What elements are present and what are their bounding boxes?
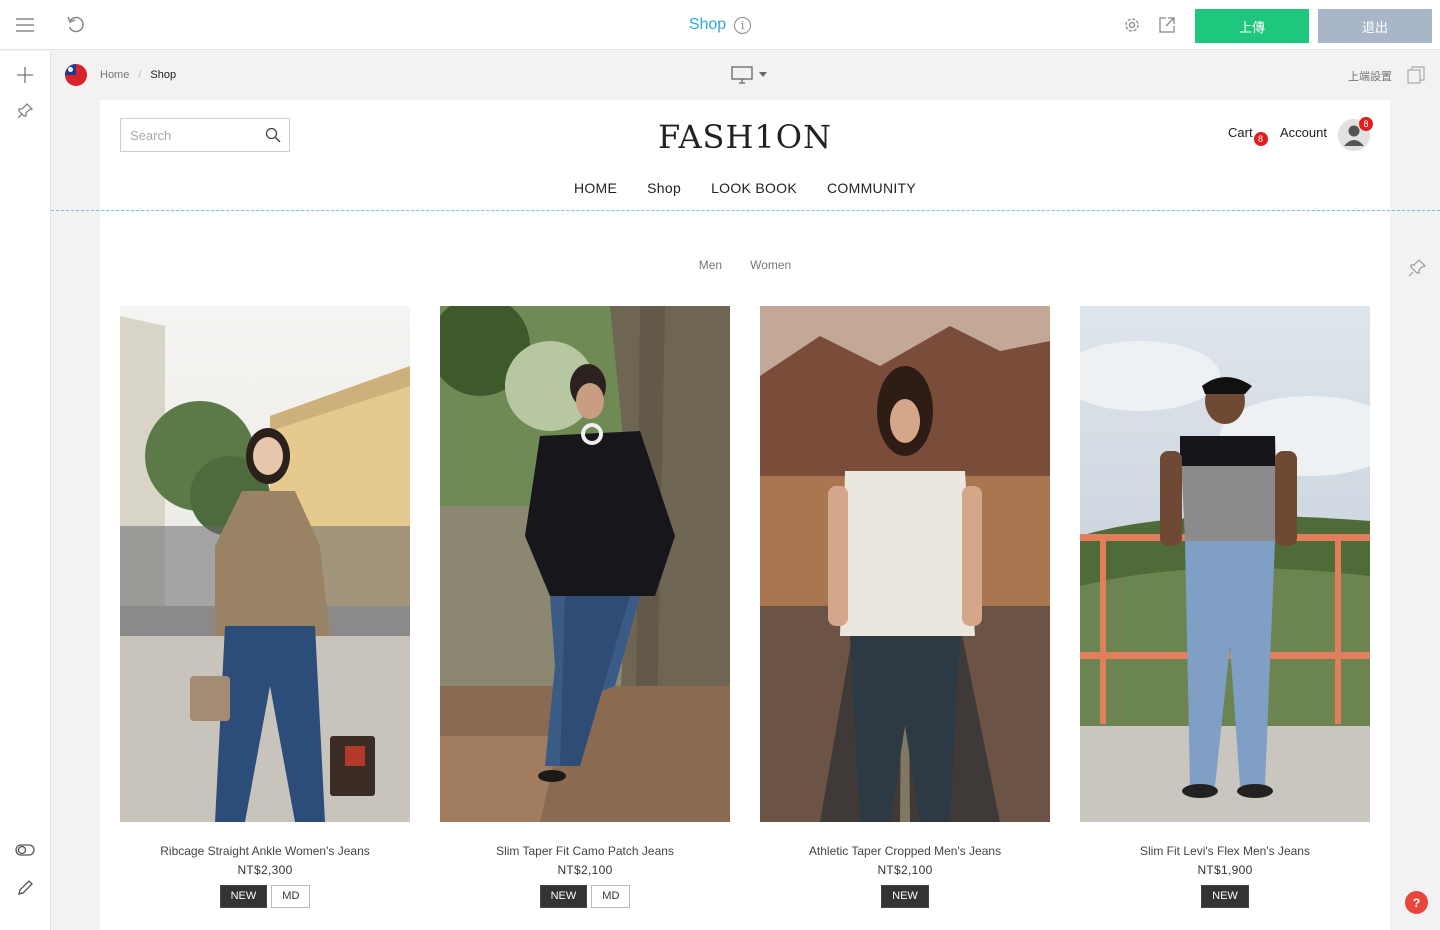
- duplicate-icon[interactable]: [1406, 65, 1426, 85]
- product-tags: NEW: [760, 885, 1050, 908]
- woman-street-photo[interactable]: [120, 306, 410, 822]
- plus-icon[interactable]: [13, 63, 37, 87]
- filter-women[interactable]: Women: [750, 258, 791, 272]
- product-price: NT$2,100: [877, 863, 933, 877]
- nav-look-book[interactable]: LOOK BOOK: [711, 180, 797, 196]
- gear-icon[interactable]: [1120, 13, 1144, 37]
- cart-label: Cart: [1228, 125, 1253, 140]
- nav-shop[interactable]: Shop: [647, 180, 681, 196]
- product-grid: Ribcage Straight Ankle Women's Jeans NT$…: [120, 306, 1370, 908]
- chevron-down-icon: [759, 72, 767, 77]
- site-preview-canvas: FASH1ON Cart8 Account 8 HOME Shop LOOK B…: [100, 100, 1390, 930]
- breadcrumb: Home / Shop: [100, 69, 176, 81]
- man-railing-photo[interactable]: [1080, 306, 1370, 822]
- product-price: NT$2,100: [557, 863, 613, 877]
- undo-icon[interactable]: [64, 13, 88, 37]
- product-tags: NEW MD: [440, 885, 730, 908]
- page-title: Shop: [688, 16, 727, 33]
- product-price: NT$2,300: [237, 863, 293, 877]
- desktop-icon: [731, 66, 753, 84]
- search-input[interactable]: [130, 127, 258, 143]
- site-logo[interactable]: FASH1ON: [658, 118, 832, 156]
- tag-new: NEW: [539, 885, 588, 908]
- product-name[interactable]: Athletic Taper Cropped Men's Jeans: [760, 844, 1050, 858]
- avatar[interactable]: 8: [1338, 117, 1373, 151]
- product-card[interactable]: Slim Taper Fit Camo Patch Jeans NT$2,100…: [440, 306, 730, 908]
- account-link[interactable]: Account: [1280, 125, 1327, 140]
- cart-link[interactable]: Cart 8: [1228, 125, 1268, 146]
- device-selector[interactable]: [731, 64, 771, 86]
- breadcrumb-separator: /: [138, 69, 142, 81]
- pin-icon[interactable]: [1407, 258, 1429, 280]
- help-button[interactable]: ?: [1405, 891, 1428, 914]
- tag-new: NEW: [219, 885, 268, 908]
- tag-md: MD: [591, 885, 631, 908]
- cart-count-badge: 8: [1253, 132, 1268, 146]
- main-nav: HOME Shop LOOK BOOK COMMUNITY: [100, 180, 1390, 196]
- product-tags: NEW MD: [120, 885, 410, 908]
- tag-new: NEW: [881, 885, 929, 908]
- search-box: [120, 118, 290, 152]
- nav-community[interactable]: COMMUNITY: [827, 180, 916, 196]
- top-toolbar: Shop i 上傳 退出: [0, 0, 1440, 50]
- product-price: NT$1,900: [1197, 863, 1253, 877]
- pin-icon[interactable]: [13, 99, 37, 123]
- breadcrumb-current: Shop: [150, 69, 177, 81]
- header-section-divider: [51, 210, 1440, 211]
- search-icon[interactable]: [265, 127, 281, 143]
- product-name[interactable]: Slim Taper Fit Camo Patch Jeans: [440, 844, 730, 858]
- product-card[interactable]: Athletic Taper Cropped Men's Jeans NT$2,…: [760, 306, 1050, 908]
- logo-container: FASH1ON: [100, 118, 1390, 156]
- external-link-icon[interactable]: [1155, 13, 1179, 37]
- nav-home[interactable]: HOME: [574, 180, 617, 196]
- man-tree-photo[interactable]: [440, 306, 730, 822]
- taiwan-flag-icon[interactable]: [65, 64, 87, 86]
- menu-icon[interactable]: [13, 13, 37, 37]
- category-filters: Men Women: [100, 258, 1390, 272]
- man-road-photo[interactable]: [760, 306, 1050, 822]
- pencil-icon[interactable]: [13, 876, 37, 900]
- product-name[interactable]: Slim Fit Levi's Flex Men's Jeans: [1080, 844, 1370, 858]
- tag-new: NEW: [1201, 885, 1249, 908]
- upload-button[interactable]: 上傳: [1195, 9, 1309, 43]
- toggle-icon[interactable]: [13, 838, 37, 862]
- breadcrumb-home[interactable]: Home: [100, 69, 129, 81]
- product-name[interactable]: Ribcage Straight Ankle Women's Jeans: [120, 844, 410, 858]
- info-icon[interactable]: i: [734, 16, 752, 34]
- product-card[interactable]: Ribcage Straight Ankle Women's Jeans NT$…: [120, 306, 410, 908]
- account-badge: 8: [1359, 117, 1373, 131]
- product-card[interactable]: Slim Fit Levi's Flex Men's Jeans NT$1,90…: [1080, 306, 1370, 908]
- exit-button[interactable]: 退出: [1318, 9, 1432, 43]
- tag-md: MD: [271, 885, 311, 908]
- top-settings-link[interactable]: 上端設置: [1348, 68, 1392, 84]
- product-tags: NEW: [1080, 885, 1370, 908]
- filter-men[interactable]: Men: [699, 258, 722, 272]
- left-tool-rail: [0, 51, 51, 930]
